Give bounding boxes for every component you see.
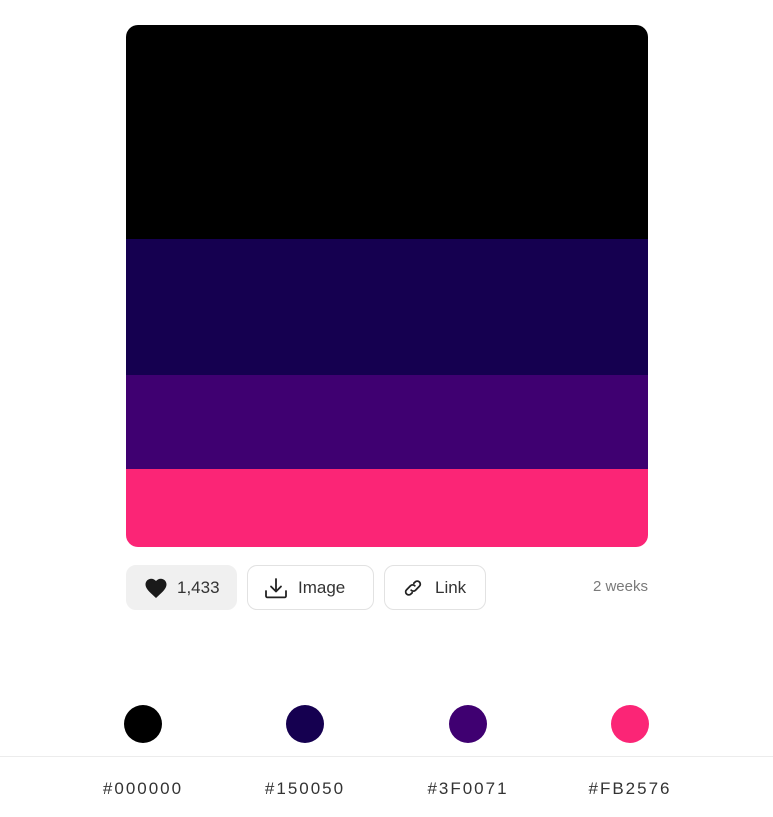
- color-code-1[interactable]: #000000: [78, 779, 208, 799]
- palette-band-4[interactable]: [126, 469, 648, 547]
- heart-icon: [145, 578, 167, 598]
- link-icon: [404, 579, 422, 596]
- color-code-3[interactable]: #3F0071: [403, 779, 533, 799]
- palette-band-1[interactable]: [126, 25, 648, 239]
- publish-date: 2 weeks: [592, 578, 648, 595]
- color-code-4[interactable]: #FB2576: [565, 779, 695, 799]
- color-swatch-3[interactable]: [449, 705, 487, 743]
- color-swatch-2[interactable]: [286, 705, 324, 743]
- color-swatch-1[interactable]: [124, 705, 162, 743]
- color-codes: #000000 #150050 #3F0071 #FB2576: [0, 779, 773, 803]
- download-image-button[interactable]: Image: [247, 565, 374, 610]
- color-swatches: [62, 705, 712, 743]
- color-code-2[interactable]: #150050: [240, 779, 370, 799]
- copy-link-button[interactable]: Link: [384, 565, 486, 610]
- download-icon: [265, 577, 287, 598]
- color-swatch-4[interactable]: [611, 705, 649, 743]
- palette-actions: 1,433 Image Link 2 weeks: [126, 565, 648, 612]
- palette-page: 1,433 Image Link 2 weeks #000000 #150050…: [0, 0, 773, 817]
- palette-band-2[interactable]: [126, 239, 648, 375]
- link-button-label: Link: [435, 577, 467, 597]
- palette-preview[interactable]: [126, 25, 648, 547]
- image-button-label: Image: [298, 577, 346, 597]
- divider: [0, 756, 773, 757]
- palette-band-3[interactable]: [126, 375, 648, 469]
- like-count: 1,433: [177, 577, 220, 597]
- like-button[interactable]: 1,433: [126, 565, 237, 610]
